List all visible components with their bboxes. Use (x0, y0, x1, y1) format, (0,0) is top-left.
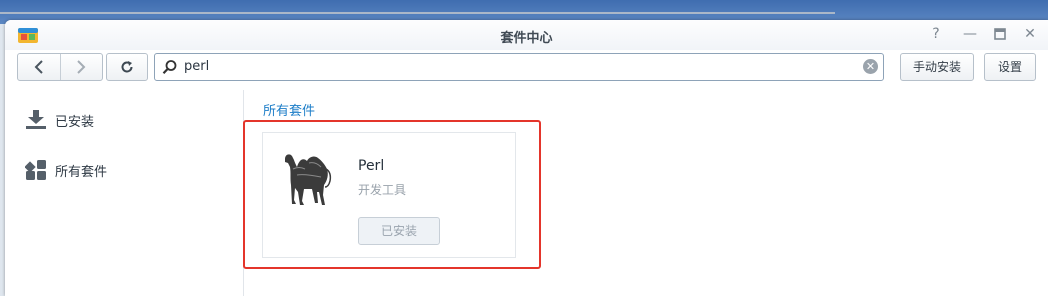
window-title: 套件中心 (500, 31, 553, 46)
settings-button[interactable]: 设置 (984, 53, 1036, 81)
toolbar: ✕ 手动安装 设置 (5, 50, 1048, 88)
search-icon (162, 60, 177, 75)
section-title: 所有套件 (263, 104, 316, 119)
camel-icon (285, 154, 332, 205)
manual-install-button[interactable]: 手动安装 (900, 53, 974, 81)
close-icon[interactable]: ✕ (1021, 25, 1039, 43)
sidebar-item-all-packages[interactable]: 所有套件 (25, 157, 107, 183)
title-bar: 套件中心 ? — ✕ (5, 20, 1048, 50)
maximize-icon[interactable] (991, 25, 1009, 43)
chevron-right-icon (77, 60, 86, 74)
clear-search-icon[interactable]: ✕ (863, 59, 878, 74)
sidebar-item-label: 所有套件 (55, 164, 108, 180)
desktop-divider (0, 12, 835, 14)
back-button[interactable] (18, 54, 60, 80)
sidebar-item-installed[interactable]: 已安装 (25, 107, 94, 133)
package-center-window: 套件中心 ? — ✕ ✕ (5, 20, 1048, 296)
download-icon (26, 110, 46, 129)
package-card[interactable]: Perl 开发工具 已安装 (262, 132, 516, 258)
main-content: 所有套件 Perl 开发工具 已安装 (244, 90, 1048, 296)
help-icon[interactable]: ? (927, 25, 945, 43)
refresh-icon (121, 61, 133, 73)
sidebar-item-label: 已安装 (55, 114, 95, 130)
sidebar: 已安装 所有套件 (5, 90, 244, 296)
package-category: 开发工具 (358, 183, 407, 197)
search-input[interactable] (184, 56, 844, 76)
installed-status-button: 已安装 (358, 217, 440, 245)
grid-icon (25, 160, 46, 180)
minimize-icon[interactable]: — (961, 25, 979, 43)
refresh-button[interactable] (106, 53, 148, 81)
nav-buttons (17, 53, 103, 81)
search-box[interactable]: ✕ (154, 53, 884, 81)
package-name: Perl (358, 158, 385, 174)
chevron-left-icon (34, 60, 43, 74)
forward-button[interactable] (59, 54, 103, 80)
